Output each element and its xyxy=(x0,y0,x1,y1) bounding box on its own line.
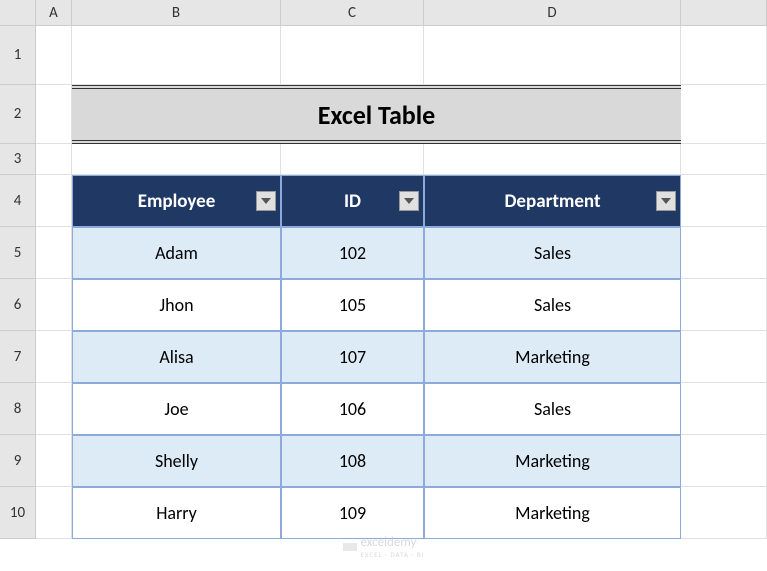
row-header-7[interactable]: 7 xyxy=(0,331,36,383)
table-cell[interactable]: Sales xyxy=(424,279,681,331)
cell[interactable] xyxy=(681,383,767,435)
chevron-down-icon xyxy=(404,198,414,204)
cell[interactable] xyxy=(281,144,424,175)
cell[interactable] xyxy=(36,487,72,539)
cell[interactable] xyxy=(424,144,681,175)
filter-button-department[interactable] xyxy=(656,191,676,211)
row-header-6[interactable]: 6 xyxy=(0,279,36,331)
cell[interactable] xyxy=(681,435,767,487)
table-cell[interactable]: 105 xyxy=(281,279,424,331)
col-header-c[interactable]: C xyxy=(281,0,424,26)
cell[interactable] xyxy=(36,331,72,383)
filter-button-employee[interactable] xyxy=(256,191,276,211)
table-cell[interactable]: Jhon xyxy=(72,279,281,331)
col-header-blank[interactable] xyxy=(681,0,767,26)
cell[interactable] xyxy=(72,144,281,175)
cell[interactable] xyxy=(681,227,767,279)
table-cell[interactable]: Shelly xyxy=(72,435,281,487)
table-header-id[interactable]: ID xyxy=(281,175,424,227)
header-label: Department xyxy=(504,190,600,213)
cell[interactable] xyxy=(36,279,72,331)
table-cell[interactable]: Sales xyxy=(424,227,681,279)
page-title[interactable]: Excel Table xyxy=(72,85,681,144)
table-cell[interactable]: Sales xyxy=(424,383,681,435)
cell[interactable] xyxy=(36,227,72,279)
table-cell[interactable]: Marketing xyxy=(424,331,681,383)
cell[interactable] xyxy=(681,279,767,331)
row-header-8[interactable]: 8 xyxy=(0,383,36,435)
filter-button-id[interactable] xyxy=(399,191,419,211)
cell[interactable] xyxy=(36,435,72,487)
row-header-1[interactable]: 1 xyxy=(0,26,36,85)
watermark: exceldemy EXCEL · DATA · BI xyxy=(342,535,424,559)
table-cell[interactable]: 107 xyxy=(281,331,424,383)
table-cell[interactable]: Adam xyxy=(72,227,281,279)
cell[interactable] xyxy=(681,85,767,144)
watermark-tagline: EXCEL · DATA · BI xyxy=(360,550,424,559)
row-header-5[interactable]: 5 xyxy=(0,227,36,279)
col-header-d[interactable]: D xyxy=(424,0,681,26)
row-header-2[interactable]: 2 xyxy=(0,85,36,144)
cell[interactable] xyxy=(36,175,72,227)
table-cell[interactable]: 106 xyxy=(281,383,424,435)
table-cell[interactable]: Marketing xyxy=(424,487,681,539)
cell[interactable] xyxy=(681,175,767,227)
row-header-9[interactable]: 9 xyxy=(0,435,36,487)
cell[interactable] xyxy=(681,331,767,383)
col-header-a[interactable]: A xyxy=(36,0,72,26)
table-cell[interactable]: 102 xyxy=(281,227,424,279)
chevron-down-icon xyxy=(261,198,271,204)
cell[interactable] xyxy=(36,144,72,175)
cell[interactable] xyxy=(681,144,767,175)
table-cell[interactable]: Marketing xyxy=(424,435,681,487)
header-label: ID xyxy=(344,190,361,213)
table-cell[interactable]: Joe xyxy=(72,383,281,435)
select-all-corner[interactable] xyxy=(0,0,36,26)
row-header-4[interactable]: 4 xyxy=(0,175,36,227)
table-cell[interactable]: 108 xyxy=(281,435,424,487)
table-header-employee[interactable]: Employee xyxy=(72,175,281,227)
cell[interactable] xyxy=(424,26,681,85)
cell[interactable] xyxy=(36,85,72,144)
table-cell[interactable]: 109 xyxy=(281,487,424,539)
cell[interactable] xyxy=(681,26,767,85)
row-header-10[interactable]: 10 xyxy=(0,487,36,539)
spreadsheet-grid: A B C D 1 2 Excel Table 3 4 Employee ID … xyxy=(0,0,767,539)
col-header-b[interactable]: B xyxy=(72,0,281,26)
cell[interactable] xyxy=(36,26,72,85)
watermark-name: exceldemy xyxy=(360,535,424,550)
table-header-department[interactable]: Department xyxy=(424,175,681,227)
cell[interactable] xyxy=(36,383,72,435)
table-cell[interactable]: Harry xyxy=(72,487,281,539)
cell[interactable] xyxy=(72,26,281,85)
logo-icon xyxy=(342,540,356,554)
table-cell[interactable]: Alisa xyxy=(72,331,281,383)
chevron-down-icon xyxy=(661,198,671,204)
cell[interactable] xyxy=(681,487,767,539)
cell[interactable] xyxy=(281,26,424,85)
header-label: Employee xyxy=(138,190,216,213)
row-header-3[interactable]: 3 xyxy=(0,144,36,175)
